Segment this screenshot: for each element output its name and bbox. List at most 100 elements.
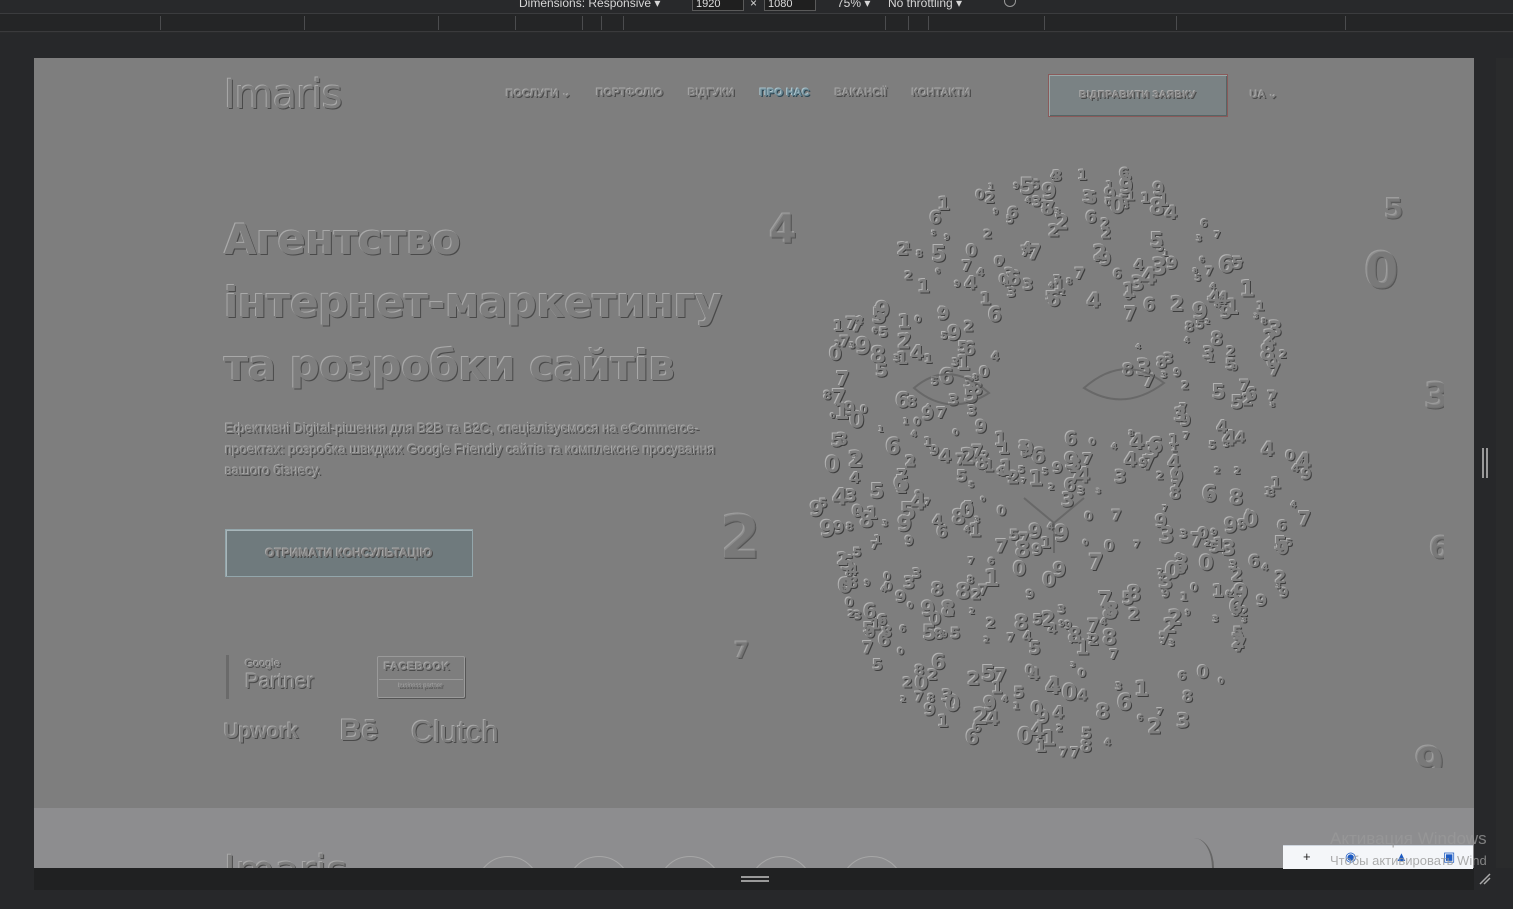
lion-digit: 4 bbox=[1134, 257, 1144, 274]
lion-digit: 4 bbox=[1216, 418, 1227, 437]
lion-digit: 8 bbox=[1156, 353, 1167, 372]
lion-digit: 5 bbox=[895, 471, 910, 496]
lion-digit: 7 bbox=[1053, 274, 1061, 287]
partner-label: Partner bbox=[245, 670, 314, 693]
lion-digit: 1 bbox=[833, 317, 844, 335]
lion-digit: 1 bbox=[984, 566, 1000, 592]
lion-digit: 2 bbox=[1094, 254, 1100, 263]
lion-digit: 1 bbox=[1240, 277, 1255, 303]
lion-digit: 9 bbox=[905, 534, 914, 549]
lion-digit: 2 bbox=[986, 616, 996, 632]
width-input[interactable] bbox=[692, 0, 744, 11]
nav-vacancies[interactable]: ВАКАНСІЇ bbox=[835, 87, 887, 100]
plus-icon[interactable]: + bbox=[1303, 849, 1311, 864]
lion-digit: 7 bbox=[1027, 241, 1041, 265]
lion-digit: 7 bbox=[971, 442, 983, 462]
lion-digit: 9 bbox=[1064, 618, 1072, 632]
lion-digit: 2 bbox=[897, 329, 911, 353]
rotate-icon[interactable] bbox=[1004, 0, 1016, 7]
height-input[interactable] bbox=[764, 0, 816, 11]
lion-digit: 0 bbox=[1109, 193, 1124, 219]
lion-digit: 8 bbox=[823, 389, 831, 403]
throttling-select[interactable]: No throttling ▾ bbox=[888, 0, 962, 10]
lion-digit: 7 bbox=[1007, 631, 1015, 645]
lion-digit: 9 bbox=[975, 417, 987, 437]
lion-digit: 8 bbox=[927, 692, 935, 705]
lion-digit: 8 bbox=[941, 597, 956, 621]
resize-handle-bottom[interactable] bbox=[741, 876, 769, 882]
lion-digit: 2 bbox=[1048, 483, 1054, 493]
lion-digit: 5 bbox=[950, 624, 960, 642]
lion-digit: 9 bbox=[1054, 521, 1069, 547]
lion-digit: 8 bbox=[1182, 688, 1193, 706]
lion-digit: 2 bbox=[1181, 379, 1189, 392]
lion-digit: 1 bbox=[874, 534, 882, 547]
dimensions-select[interactable]: Dimensions: Responsive ▾ bbox=[519, 0, 660, 10]
lion-digit: 3 bbox=[1032, 195, 1042, 211]
lion-digit: 2 bbox=[1163, 614, 1177, 638]
floating-digit: 7 bbox=[734, 639, 749, 664]
nav-contacts[interactable]: КОНТАКТИ bbox=[912, 87, 971, 100]
lion-digit: 9 bbox=[1029, 520, 1043, 543]
nav-reviews[interactable]: ВІДГУКИ bbox=[688, 87, 735, 100]
vertical-scrollbar[interactable] bbox=[1496, 58, 1513, 868]
lion-digit: 3 bbox=[1169, 639, 1175, 649]
resize-handle-right[interactable] bbox=[1482, 448, 1488, 478]
nav-about[interactable]: ПРО НАС bbox=[760, 87, 810, 100]
lion-digit: 5 bbox=[957, 468, 968, 486]
lion-digit: 8 bbox=[916, 249, 923, 260]
lion-digit: 7 bbox=[1070, 746, 1080, 762]
lion-digit: 0 bbox=[915, 315, 922, 326]
lion-digit: 6 bbox=[1248, 552, 1260, 572]
lion-digit: 7 bbox=[1124, 302, 1137, 325]
lion-digit: 9 bbox=[895, 587, 906, 606]
get-consultation-button[interactable]: ОТРИМАТИ КОНСУЛЬТАЦІЮ bbox=[225, 529, 473, 577]
facebook-partner-badge: FACEBOOK business partner bbox=[377, 656, 465, 698]
lion-digit: 3 bbox=[1058, 602, 1066, 616]
lion-digit: 9 bbox=[1224, 513, 1238, 537]
lion-digit: 0 bbox=[897, 647, 904, 658]
section-logo: Imaris bbox=[224, 848, 348, 868]
lion-digit: 8 bbox=[1229, 486, 1243, 510]
nav-services[interactable]: ПОСЛУГИ ⌄ bbox=[506, 87, 571, 100]
lion-digit: 2 bbox=[964, 319, 974, 336]
lion-digit: 4 bbox=[1104, 738, 1111, 749]
lion-digit: 0 bbox=[975, 188, 985, 204]
lion-digit: 5 bbox=[1231, 393, 1244, 414]
lion-digit: 2 bbox=[984, 635, 990, 644]
lion-digit: 5 bbox=[900, 499, 916, 525]
lion-digit: 0 bbox=[1218, 676, 1224, 686]
lion-digit: 1 bbox=[1041, 726, 1056, 751]
lion-digit: 4 bbox=[1077, 687, 1088, 705]
lion-digit: 4 bbox=[1291, 500, 1297, 510]
lion-digit: 7 bbox=[936, 404, 947, 422]
lion-digit: 4 bbox=[1165, 203, 1178, 224]
lion-digit: 6 bbox=[1085, 207, 1097, 227]
lion-digit: 9 bbox=[954, 280, 960, 290]
lion-digit: 9 bbox=[1192, 299, 1208, 325]
lion-digit: 7 bbox=[1298, 508, 1312, 531]
nav-portfolio[interactable]: ПОРТФОЛІО bbox=[596, 87, 663, 100]
lion-digit: 3 bbox=[1229, 558, 1238, 572]
hero-title-line: та розробки сайтів bbox=[224, 341, 675, 390]
lion-digit: 1 bbox=[878, 425, 883, 434]
site-logo[interactable]: Imaris bbox=[224, 72, 343, 118]
lion-digit: 9 bbox=[993, 208, 998, 217]
lion-digit: 0 bbox=[914, 416, 921, 428]
language-select[interactable]: UA ⌄ bbox=[1250, 88, 1278, 101]
lion-digit: 4 bbox=[1229, 587, 1239, 603]
lion-digit: 1 bbox=[1212, 581, 1225, 602]
lion-digit: 8 bbox=[1270, 400, 1275, 409]
lion-digit: 5 bbox=[931, 228, 936, 237]
lion-digit: 7 bbox=[1183, 431, 1190, 442]
lion-digit: 9 bbox=[833, 517, 845, 537]
resize-corner-icon[interactable] bbox=[1478, 872, 1492, 886]
send-request-button[interactable]: ВІДПРАВИТИ ЗАЯВКУ bbox=[1048, 74, 1228, 117]
lion-digit: 5 bbox=[1212, 381, 1226, 404]
floating-digit: 3 bbox=[1424, 376, 1444, 417]
lion-digit: 5 bbox=[879, 325, 888, 341]
emulated-page: Imaris ПОСЛУГИ ⌄ ПОРТФОЛІО ВІДГУКИ ПРО Н… bbox=[34, 58, 1474, 868]
lion-digit: 5 bbox=[875, 361, 888, 382]
zoom-select[interactable]: 75% ▾ bbox=[837, 0, 870, 10]
lion-digit: 7 bbox=[1190, 529, 1204, 552]
